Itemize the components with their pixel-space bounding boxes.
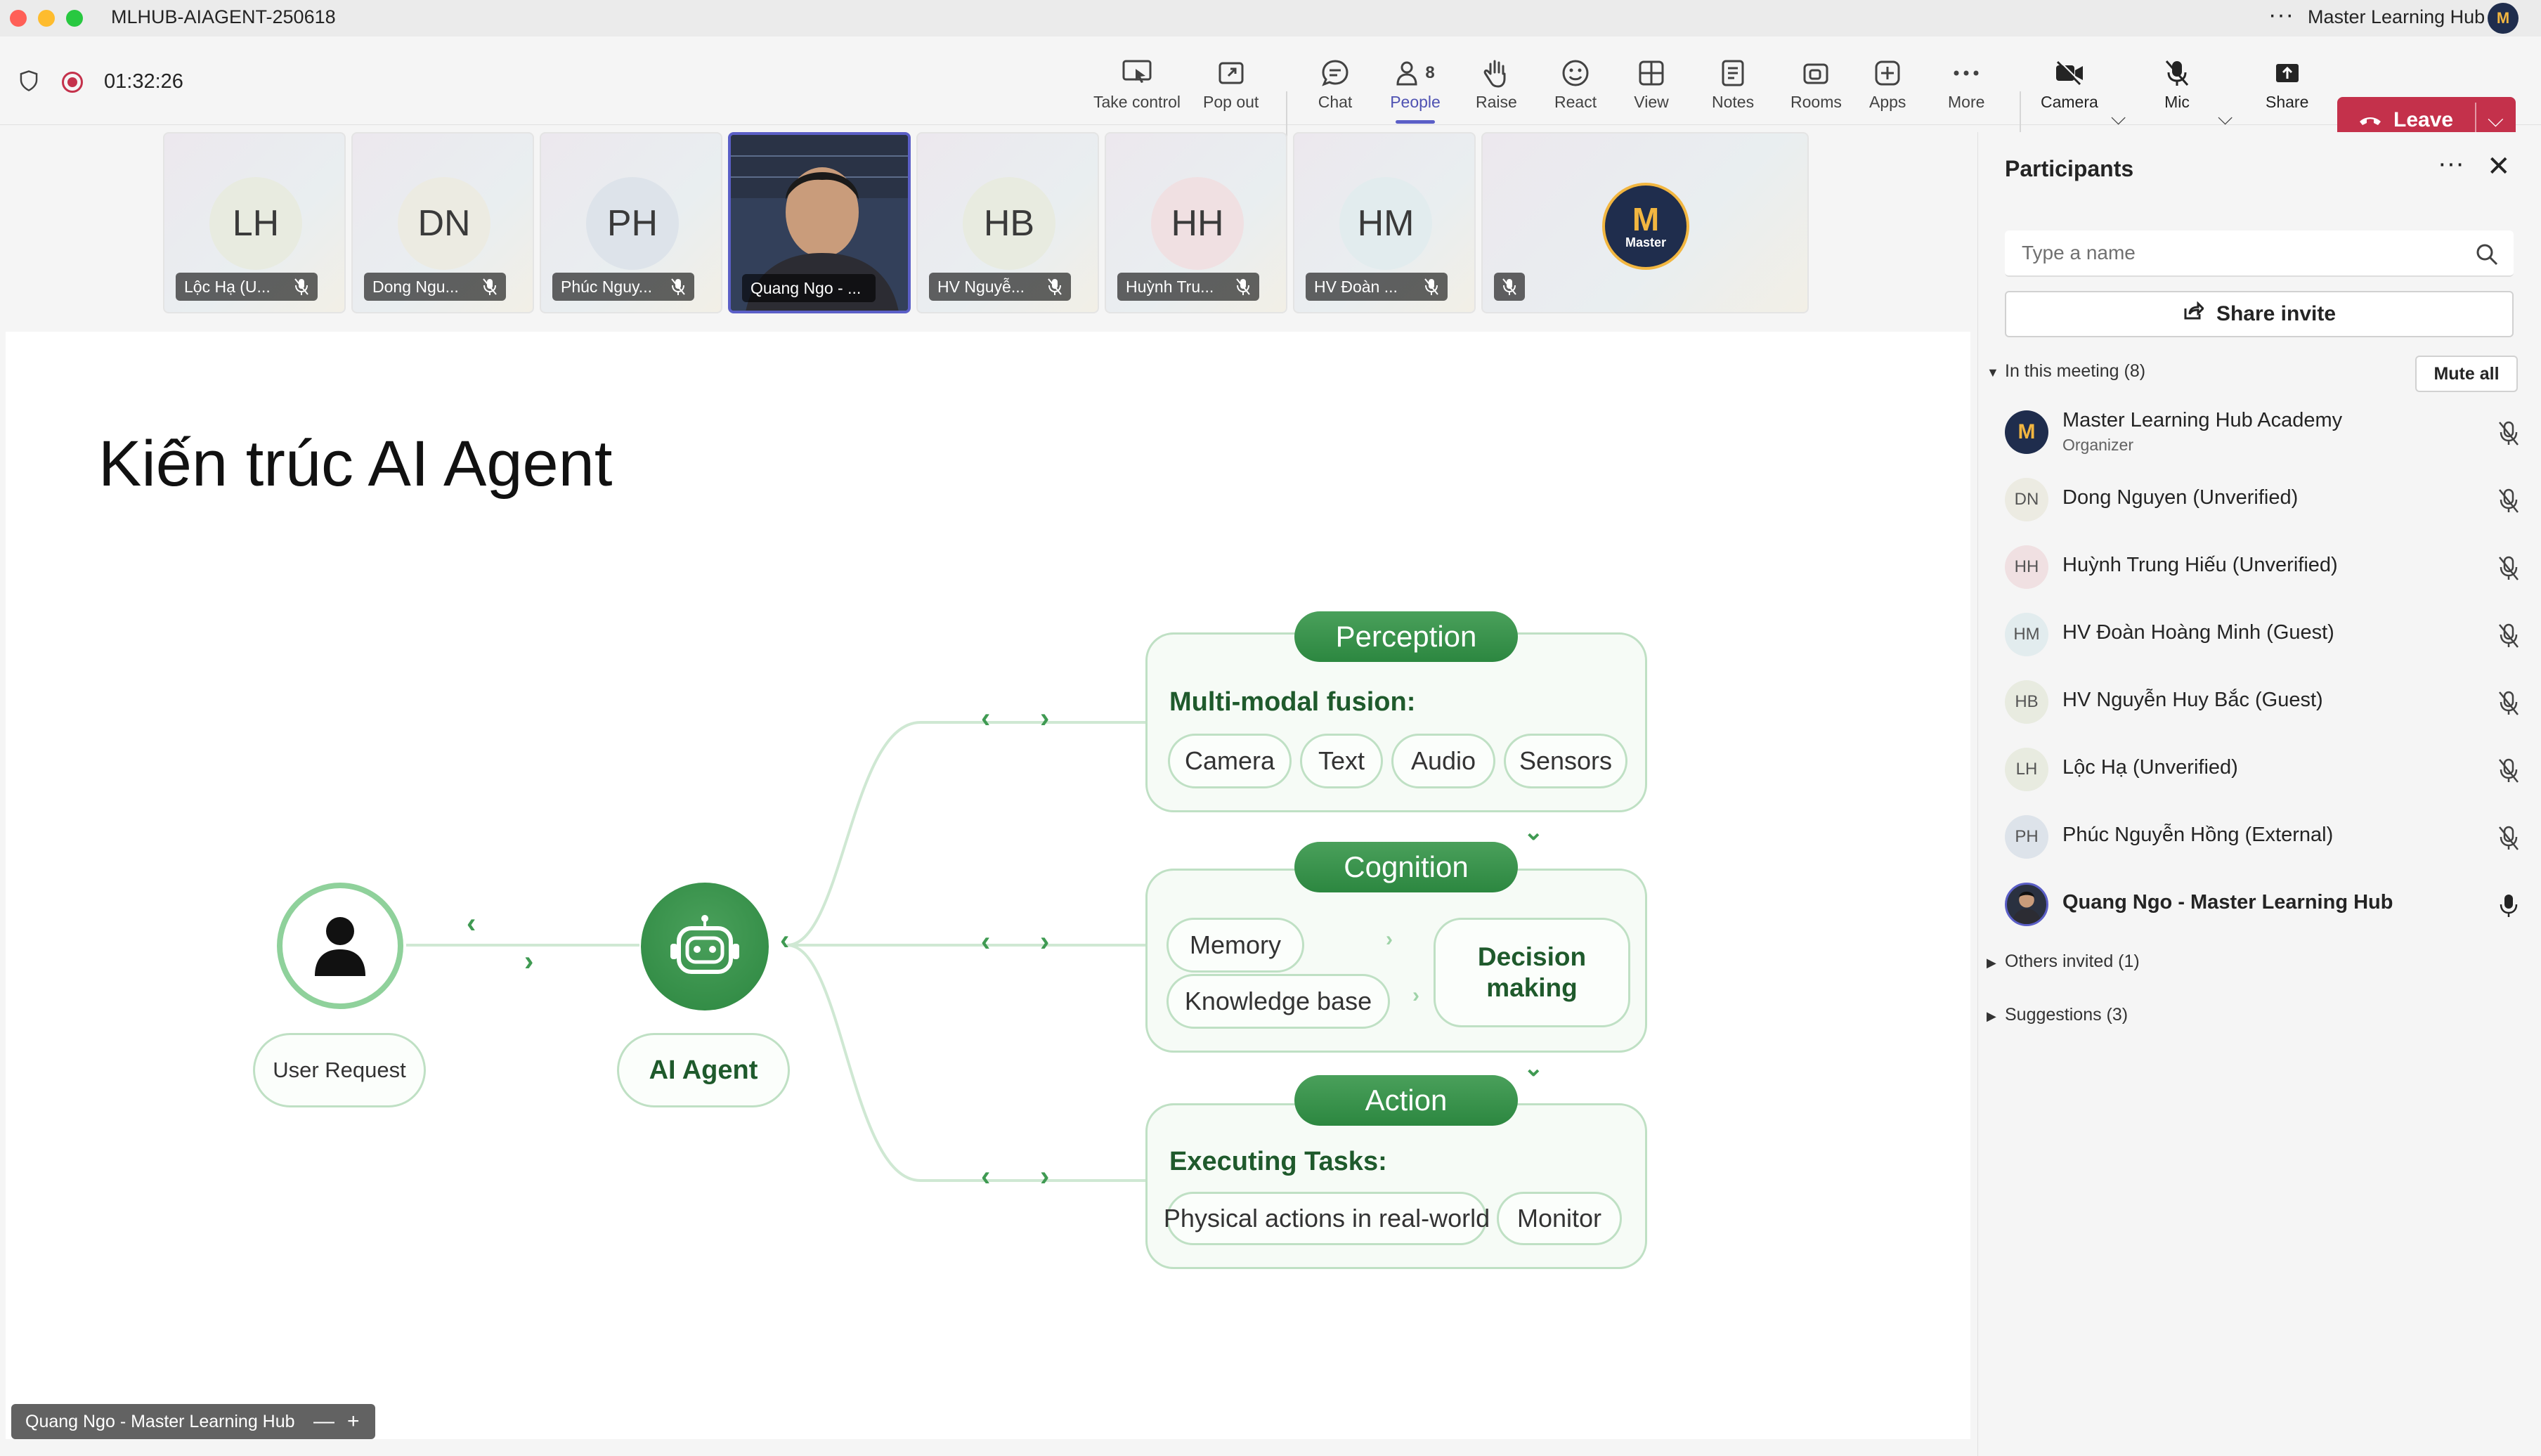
participant-row[interactable]: LH Lộc Hạ (Unverified) [2005,738,2525,801]
perception-item: Audio [1391,734,1495,788]
participant-name: Lộc Hạ (Unverified) [2062,756,2238,779]
mute-all-button[interactable]: Mute all [2415,356,2518,392]
mic-off-icon[interactable] [2497,488,2521,514]
suggestions-group-header[interactable]: ▶ Suggestions (3) [1987,1005,2128,1025]
memory-item: Memory [1166,918,1304,973]
participant-name: Quang Ngo - Master Learning Hub [2062,891,2393,914]
avatar: M [2005,410,2048,454]
participant-row[interactable]: DN Dong Nguyen (Unverified) [2005,468,2525,531]
others-invited-label: Others invited (1) [2005,951,2140,971]
self-view-bar[interactable]: Quang Ngo - Master Learning Hub — + [11,1404,375,1439]
arrow-right-icon: › [1386,928,1393,951]
arrow-left-icon: ‹ [981,703,991,734]
action-item: Physical actions in real-world [1164,1192,1490,1245]
participant-name: Dong Nguyen (Unverified) [2062,486,2299,509]
avatar: LH [2005,748,2048,791]
close-panel-icon[interactable]: ✕ [2487,150,2511,183]
ai-agent-label: AI Agent [617,1033,790,1107]
avatar: DN [2005,478,2048,521]
arrow-right-icon: › [1040,926,1050,957]
participant-row[interactable]: Quang Ngo - Master Learning Hub [2005,873,2525,936]
participant-name: Huỳnh Trung Hiếu (Unverified) [2062,554,2338,576]
perception-item: Sensors [1504,734,1627,788]
arrow-right-icon: › [1040,703,1050,734]
participant-row[interactable]: HM HV Đoàn Hoàng Minh (Guest) [2005,603,2525,666]
mic-off-icon[interactable] [2497,420,2521,447]
mic-off-icon[interactable] [2497,690,2521,717]
participant-name: HV Nguyễn Huy Bắc (Guest) [2062,689,2323,711]
search-icon[interactable] [2474,242,2500,267]
participant-search-input[interactable] [2005,230,2514,277]
caret-down-icon: ▼ [1987,365,1999,379]
avatar: HM [2005,613,2048,656]
chevron-down-icon: ⌄ [1523,1055,1544,1081]
share-invite-button[interactable]: Share invite [2005,291,2514,337]
avatar: HB [2005,680,2048,724]
panel-more-icon[interactable]: ··· [2438,149,2464,179]
user-request-label: User Request [253,1033,426,1107]
robot-icon [641,883,769,1010]
user-icon [277,883,403,1009]
avatar: HH [2005,545,2048,589]
in-meeting-group-header[interactable]: ▼ In this meeting (8) [1987,361,2145,382]
participant-name: HV Đoàn Hoàng Minh (Guest) [2062,621,2334,644]
avatar: PH [2005,815,2048,859]
arrow-right-icon: › [524,946,534,977]
arrow-left-icon: ‹ [981,1161,991,1192]
others-invited-group-header[interactable]: ▶ Others invited (1) [1987,951,2140,972]
perception-subtitle: Multi-modal fusion: [1169,687,1416,717]
arrow-right-icon: › [1412,984,1419,1007]
in-meeting-label: In this meeting (8) [2005,361,2146,381]
chevron-down-icon: ⌄ [1523,819,1544,845]
mic-on-icon[interactable] [2497,892,2521,919]
share-invite-label: Share invite [2216,302,2337,325]
share-invite-icon [2183,301,2205,327]
decision-label-line1: Decision [1477,942,1587,971]
participant-row[interactable]: M Master Learning Hub Academy Organizer [2005,401,2525,464]
mic-off-icon[interactable] [2497,825,2521,852]
self-view-name: Quang Ngo - Master Learning Hub [25,1412,295,1431]
perception-item: Camera [1168,734,1292,788]
arrow-right-icon: › [1040,1161,1050,1192]
caret-right-icon: ▶ [1987,1009,1996,1023]
decision-label-line2: making [1486,973,1578,1002]
action-header: Action [1294,1075,1518,1126]
perception-item: Text [1300,734,1383,788]
participant-name: Master Learning Hub Academy [2062,409,2343,431]
participant-name: Phúc Nguyễn Hồng (External) [2062,824,2334,846]
decision-making-item: Decision making [1434,918,1630,1027]
avatar [2005,883,2048,926]
participant-role: Organizer [2062,436,2133,454]
arrow-left-icon: ‹ [981,926,991,957]
participant-row[interactable]: PH Phúc Nguyễn Hồng (External) [2005,805,2525,869]
participants-panel: Participants ··· ✕ Share invite ▼ In this… [1977,132,2541,1456]
arrow-left-icon: ‹ [467,908,476,939]
action-subtitle: Executing Tasks: [1169,1147,1387,1176]
expand-self-view-button[interactable]: + [347,1404,360,1439]
suggestions-label: Suggestions (3) [2005,1005,2129,1025]
knowledge-base-item: Knowledge base [1166,974,1390,1029]
perception-header: Perception [1294,611,1518,662]
caret-right-icon: ▶ [1987,956,1996,970]
mic-off-icon[interactable] [2497,555,2521,582]
participant-row[interactable]: HB HV Nguyễn Huy Bắc (Guest) [2005,670,2525,734]
mic-off-icon[interactable] [2497,623,2521,649]
panel-title: Participants [2005,156,2134,181]
teams-meeting-window: { "window": {"title": "MLHUB-AIAGENT-250… [0,0,2541,1456]
mic-off-icon[interactable] [2497,758,2521,784]
minimize-self-view-button[interactable]: — [313,1404,334,1439]
action-item: Monitor [1497,1192,1622,1245]
arrow-left-icon: ‹ [780,925,790,956]
cognition-header: Cognition [1294,842,1518,892]
participant-row[interactable]: HH Huỳnh Trung Hiếu (Unverified) [2005,535,2525,599]
